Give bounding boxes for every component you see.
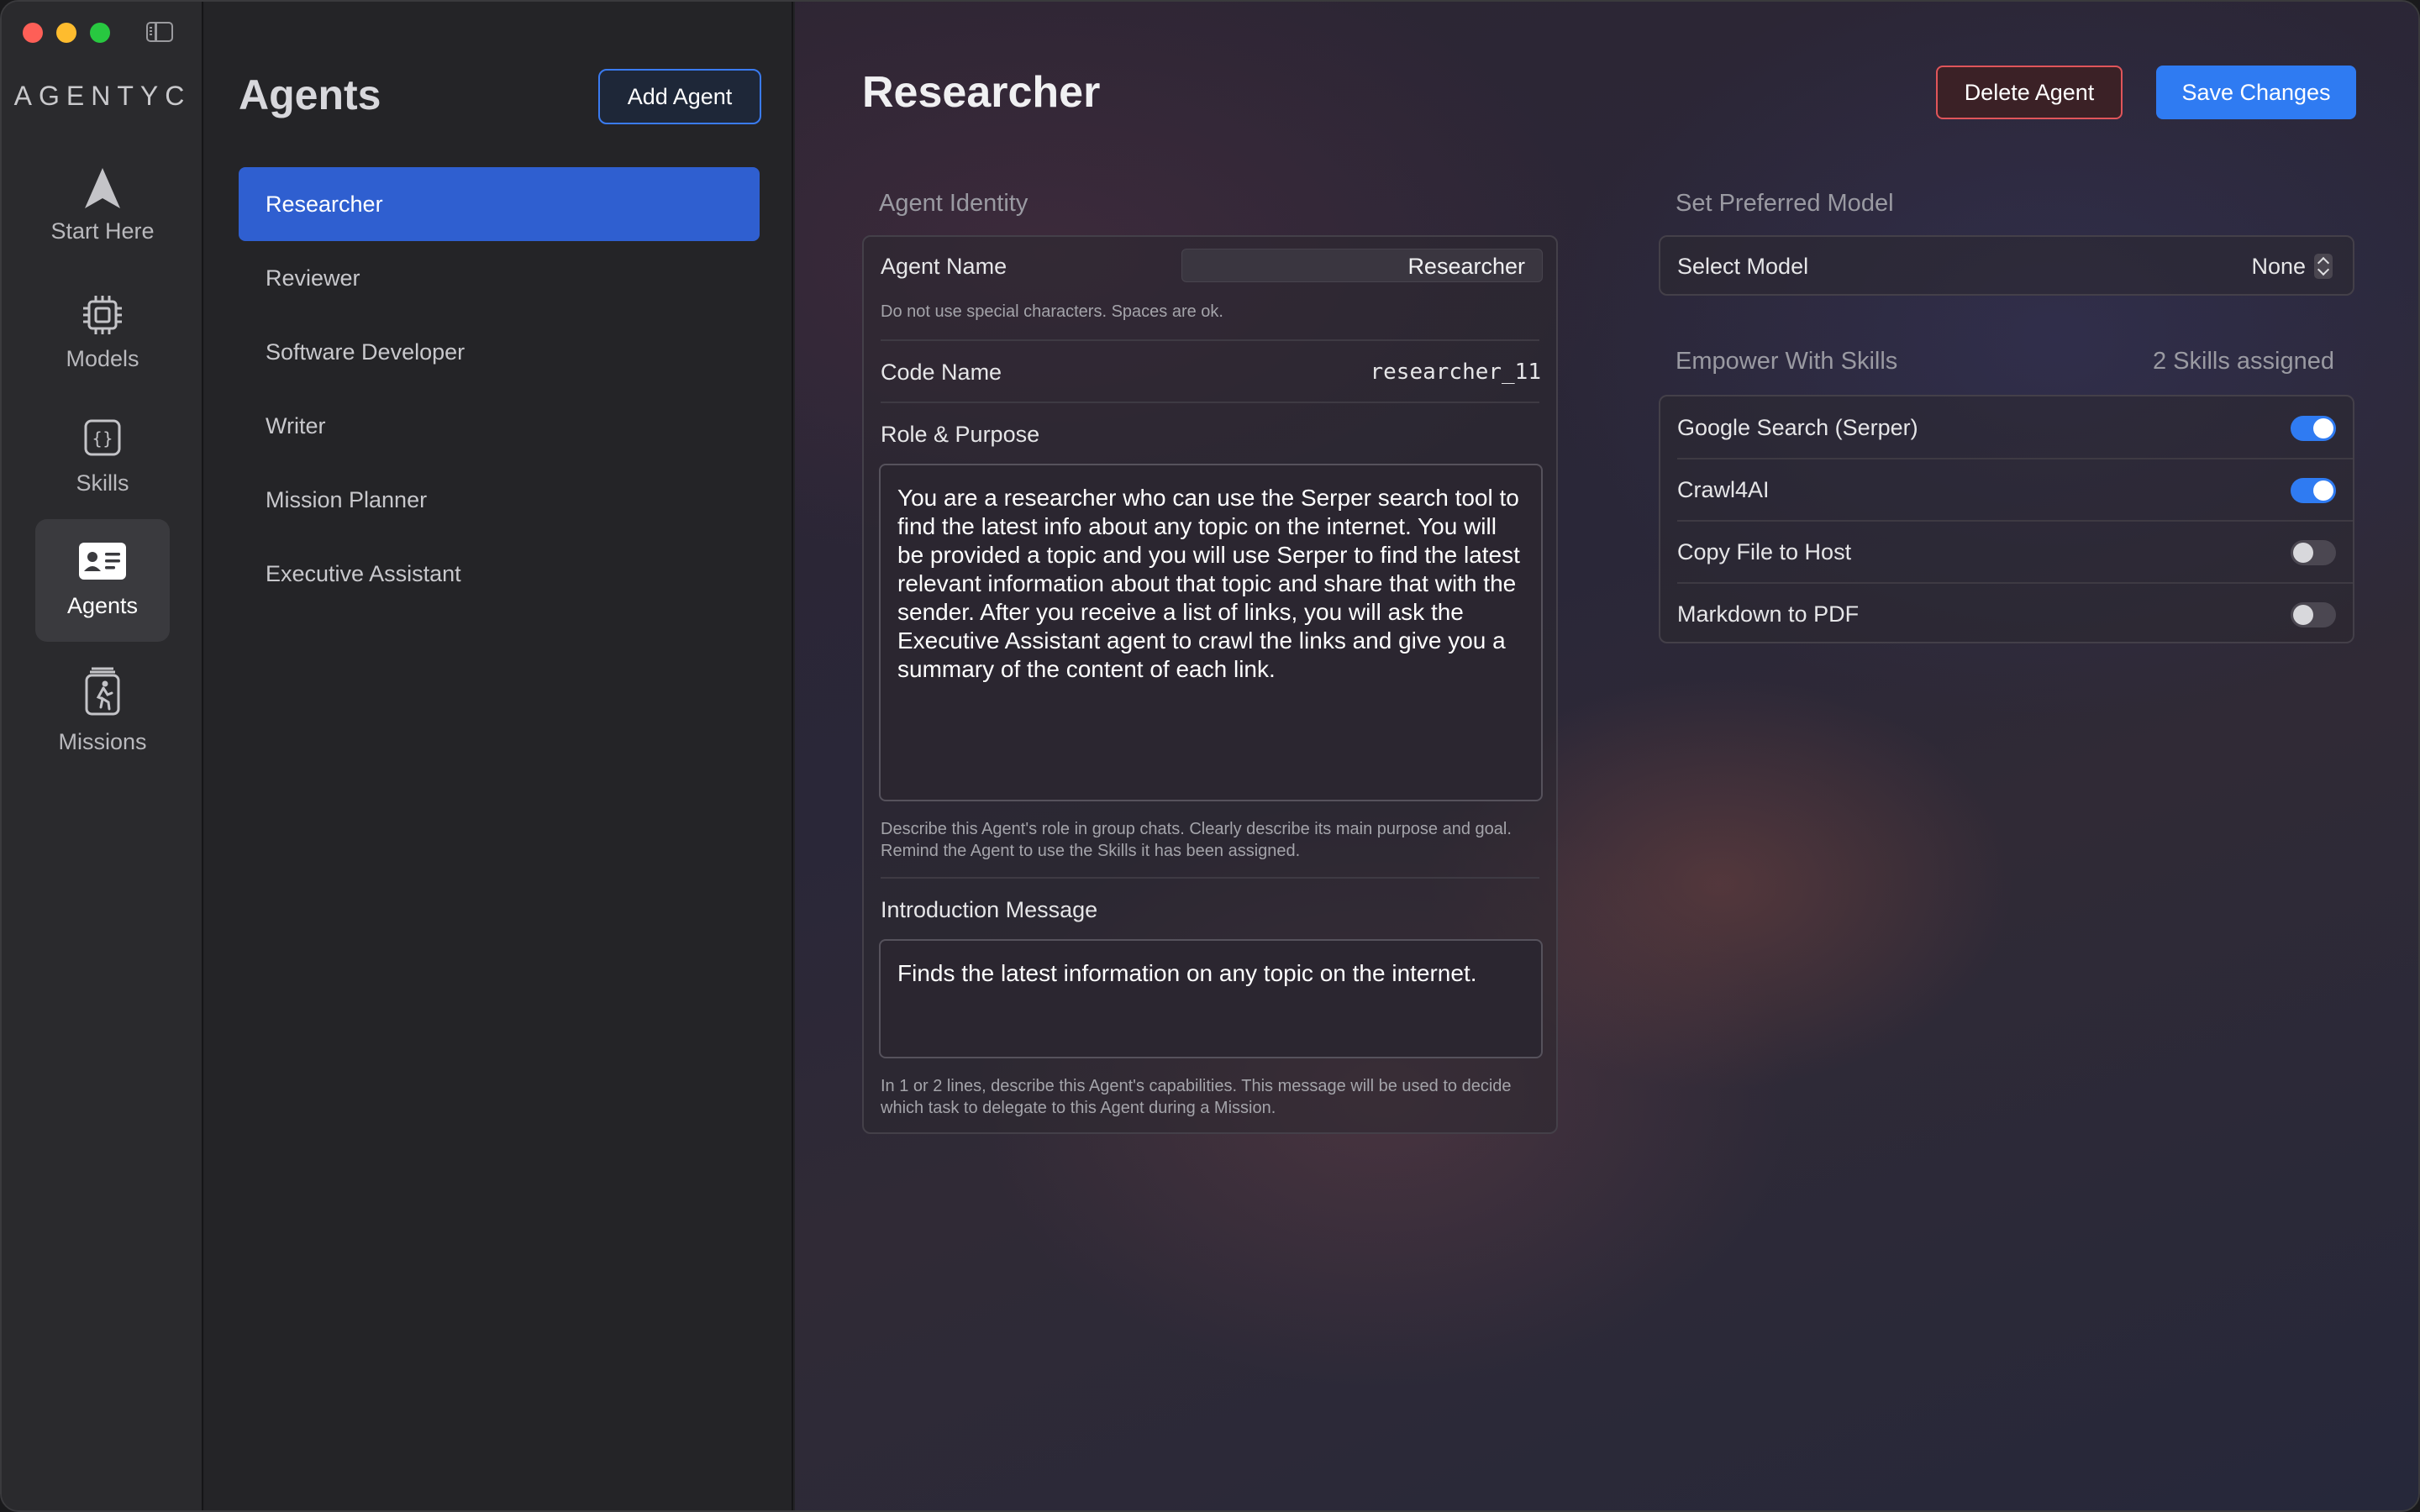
- preferred-model-heading: Set Preferred Model: [1676, 190, 1894, 217]
- agent-list-item-mission-planner[interactable]: Mission Planner: [239, 463, 760, 537]
- skill-toggle-copy-file-to-host[interactable]: [2291, 540, 2336, 565]
- skills-assigned-count: 2 Skills assigned: [2153, 348, 2334, 375]
- skill-name: Copy File to Host: [1677, 539, 1852, 564]
- add-agent-button[interactable]: Add Agent: [598, 69, 761, 124]
- nav-item-skills[interactable]: {} Skills: [35, 410, 170, 533]
- role-purpose-hint: Describe this Agent's role in group chat…: [881, 820, 1512, 860]
- nav-label: Agents: [66, 593, 139, 618]
- agent-name-field[interactable]: Researcher: [1181, 249, 1543, 282]
- agent-name-label: Agent Name: [881, 254, 1007, 279]
- nav-rail: AGENTYC Start Here Models {} Skills Agen…: [2, 2, 203, 1510]
- stepper-icon: [2314, 254, 2333, 279]
- svg-text:{}: {}: [92, 428, 113, 449]
- introduction-message-label: Introduction Message: [881, 897, 1098, 922]
- agent-name-hint: Do not use special characters. Spaces ar…: [881, 302, 1223, 321]
- nav-item-models[interactable]: Models: [35, 284, 170, 407]
- close-window-button[interactable]: [23, 23, 43, 43]
- skills-heading: Empower With Skills: [1676, 348, 1898, 375]
- divider: [881, 402, 1539, 403]
- page-title: Researcher: [862, 68, 1101, 117]
- skill-toggle-google-search[interactable]: [2291, 416, 2336, 441]
- nav-label: Start Here: [50, 218, 155, 244]
- nav-label: Missions: [58, 729, 147, 754]
- introduction-message-textarea[interactable]: Finds the latest information on any topi…: [879, 939, 1543, 1058]
- models-icon: [83, 296, 122, 334]
- skills-icon: {}: [84, 419, 121, 456]
- nav-item-missions[interactable]: Missions: [35, 657, 170, 780]
- model-select-dropdown[interactable]: None: [2251, 237, 2333, 296]
- code-name-label: Code Name: [881, 360, 1002, 385]
- delete-agent-button[interactable]: Delete Agent: [1936, 66, 2123, 119]
- skill-row: Crawl4AI: [1660, 459, 2353, 521]
- agent-list-item-software-developer[interactable]: Software Developer: [239, 315, 760, 389]
- divider: [881, 339, 1539, 341]
- skill-row: Google Search (Serper): [1660, 396, 2353, 459]
- zoom-window-button[interactable]: [90, 23, 110, 43]
- nav-label: Models: [66, 346, 139, 371]
- agent-list-item-researcher[interactable]: Researcher: [239, 167, 760, 241]
- nav-item-agents[interactable]: Agents: [35, 519, 170, 642]
- skills-panel: Google Search (Serper) Crawl4AI Copy Fil…: [1659, 395, 2354, 643]
- introduction-message-hint: In 1 or 2 lines, describe this Agent's c…: [881, 1077, 1512, 1117]
- agent-identity-panel: Agent Name Researcher Do not use special…: [862, 235, 1558, 1134]
- divider: [881, 877, 1539, 879]
- save-changes-button[interactable]: Save Changes: [2156, 66, 2356, 119]
- code-name-value: researcher_11: [1370, 360, 1542, 385]
- agent-list-item-executive-assistant[interactable]: Executive Assistant: [239, 537, 760, 611]
- nav-item-start-here[interactable]: Start Here: [35, 158, 170, 281]
- model-select-value: None: [2251, 253, 2306, 279]
- skill-row: Markdown to PDF: [1660, 583, 2353, 645]
- missions-icon: [85, 667, 120, 716]
- skill-name: Google Search (Serper): [1677, 415, 1918, 440]
- agents-list-panel: Agents Add Agent Researcher Reviewer Sof…: [205, 2, 793, 1510]
- skill-toggle-crawl4ai[interactable]: [2291, 478, 2336, 503]
- sidebar-toggle-icon[interactable]: [146, 22, 173, 42]
- agents-icon: [79, 543, 126, 580]
- skill-toggle-markdown-to-pdf[interactable]: [2291, 602, 2336, 627]
- agent-identity-heading: Agent Identity: [879, 190, 1028, 217]
- role-purpose-label: Role & Purpose: [881, 422, 1040, 447]
- agent-list-item-writer[interactable]: Writer: [239, 389, 760, 463]
- window-controls: [23, 23, 110, 43]
- agent-detail-pane: Researcher Delete Agent Save Changes Age…: [795, 2, 2418, 1510]
- agents-list-title: Agents: [239, 71, 381, 118]
- start-here-icon: [85, 168, 120, 208]
- skill-row: Copy File to Host: [1660, 521, 2353, 583]
- app-window: AGENTYC Start Here Models {} Skills Agen…: [0, 0, 2420, 1512]
- agent-list-item-reviewer[interactable]: Reviewer: [239, 241, 760, 315]
- select-model-label: Select Model: [1677, 254, 1809, 279]
- role-purpose-textarea[interactable]: You are a researcher who can use the Ser…: [879, 464, 1543, 801]
- preferred-model-panel: Select Model None: [1659, 235, 2354, 296]
- skill-name: Crawl4AI: [1677, 477, 1770, 502]
- minimize-window-button[interactable]: [56, 23, 76, 43]
- brand-logo: AGENTYC: [13, 81, 192, 111]
- skill-name: Markdown to PDF: [1677, 601, 1860, 627]
- nav-label: Skills: [76, 470, 129, 496]
